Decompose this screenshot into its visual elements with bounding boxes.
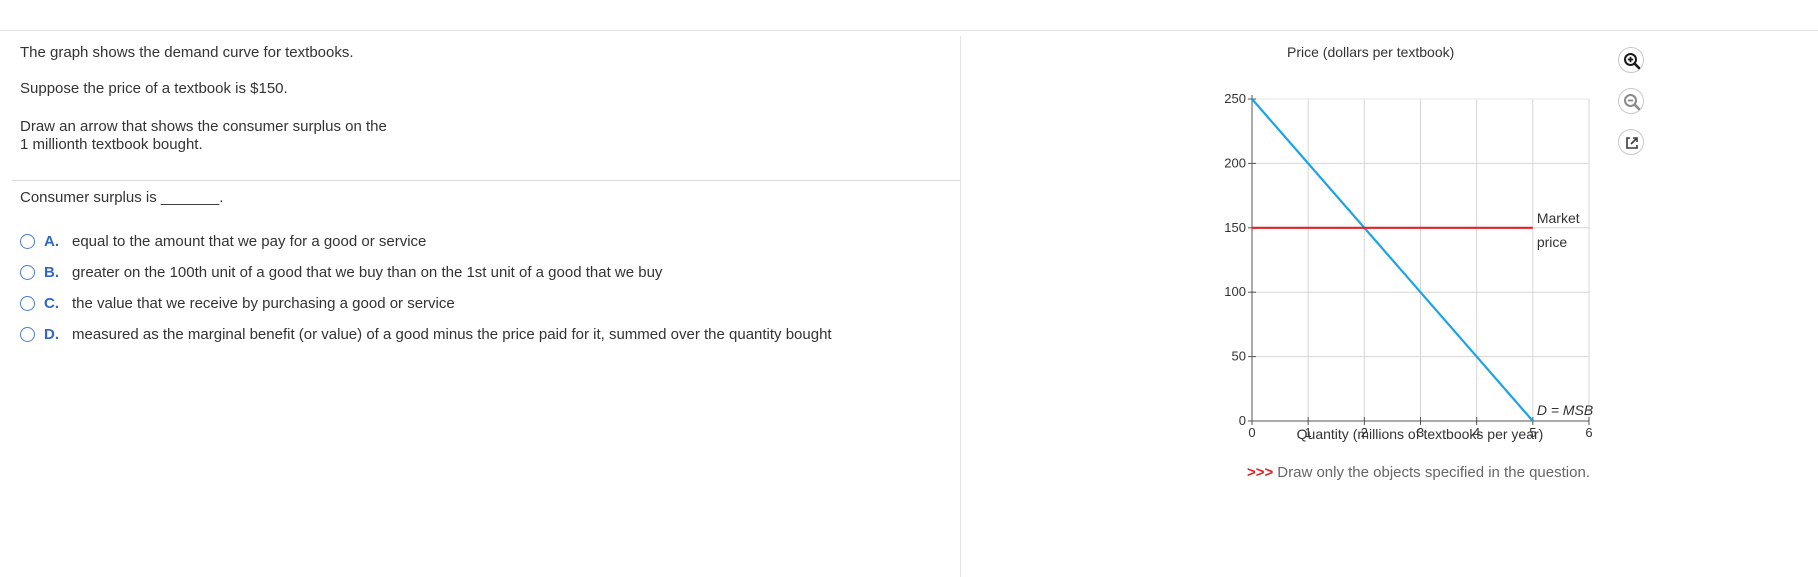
question-divider	[12, 180, 960, 181]
demand-curve	[1251, 98, 1534, 422]
demand-graph[interactable]: 0501001502002500 1 2 3 4 5 6Price (dollars per…	[961, 31, 1661, 451]
choice-b[interactable]: B. greater on the 100th unit of a good t…	[20, 261, 662, 283]
zoom-out-icon	[1624, 94, 1641, 111]
choice-d[interactable]: D. measured as the marginal benefit (or …	[20, 323, 832, 345]
choice-a[interactable]: A. equal to the amount that we pay for a…	[20, 230, 426, 252]
choice-letter-c: C.	[44, 294, 59, 312]
y-tick-label: 200	[1224, 155, 1246, 170]
choice-letter-a: A.	[44, 232, 59, 250]
popout-button[interactable]	[1618, 129, 1644, 155]
radio-button-a[interactable]	[20, 233, 35, 249]
question-line-2: Suppose the price of a textbook is $150.	[20, 80, 288, 97]
external-link-icon	[1626, 137, 1638, 149]
instruction-note: >>> Draw only the objects specified in th…	[1247, 464, 1590, 481]
y-tick-label: 150	[1224, 220, 1246, 235]
y-tick-label: 100	[1224, 284, 1246, 299]
radio-button-b[interactable]	[20, 264, 35, 280]
prompt-text: Consumer surplus is _______.	[20, 189, 224, 206]
x-tick-label: 6	[1585, 425, 1592, 440]
choice-c[interactable]: C. the value that we receive by purchasi…	[20, 292, 455, 314]
choice-letter-b: B.	[44, 263, 59, 281]
question-line-1: The graph shows the demand curve for tex…	[20, 44, 354, 61]
choice-letter-d: D.	[44, 325, 59, 343]
question-line-3b: 1 millionth textbook bought.	[20, 136, 203, 153]
radio-button-d[interactable]	[20, 326, 35, 342]
x-tick-label: 0	[1248, 425, 1255, 440]
choice-text-d: measured as the marginal benefit (or val…	[72, 325, 832, 343]
market-price-label-1: Market	[1537, 210, 1580, 226]
choice-text-b: greater on the 100th unit of a good that…	[72, 263, 663, 281]
instruction-text: Draw only the objects specified in the q…	[1277, 464, 1590, 481]
zoom-in-icon	[1624, 53, 1641, 70]
instruction-arrows: >>>	[1247, 464, 1274, 481]
radio-button-c[interactable]	[20, 295, 35, 311]
market-price-label-2: price	[1537, 234, 1568, 250]
choice-text-c: the value that we receive by purchasing …	[72, 294, 455, 312]
demand-label: D = MSB	[1537, 402, 1593, 418]
question-panel: The graph shows the demand curve for tex…	[0, 31, 960, 577]
y-tick-label: 50	[1232, 349, 1246, 364]
x-axis-label: Quantity (millions of textbooks per year…	[1297, 426, 1544, 442]
y-tick-label: 0	[1239, 413, 1246, 428]
y-axis-label: Price (dollars per textbook)	[1287, 44, 1454, 60]
graph-panel: 0 50 100 150 200 250 0 1 2 3 4 5 6 Price (dollars per…	[961, 31, 1818, 577]
zoom-in-button[interactable]	[1618, 47, 1644, 73]
y-tick-label: 250	[1224, 91, 1246, 106]
zoom-out-button[interactable]	[1618, 88, 1644, 114]
question-line-3a: Draw an arrow that shows the consumer su…	[20, 118, 387, 135]
choice-text-a: equal to the amount that we pay for a go…	[72, 232, 427, 250]
